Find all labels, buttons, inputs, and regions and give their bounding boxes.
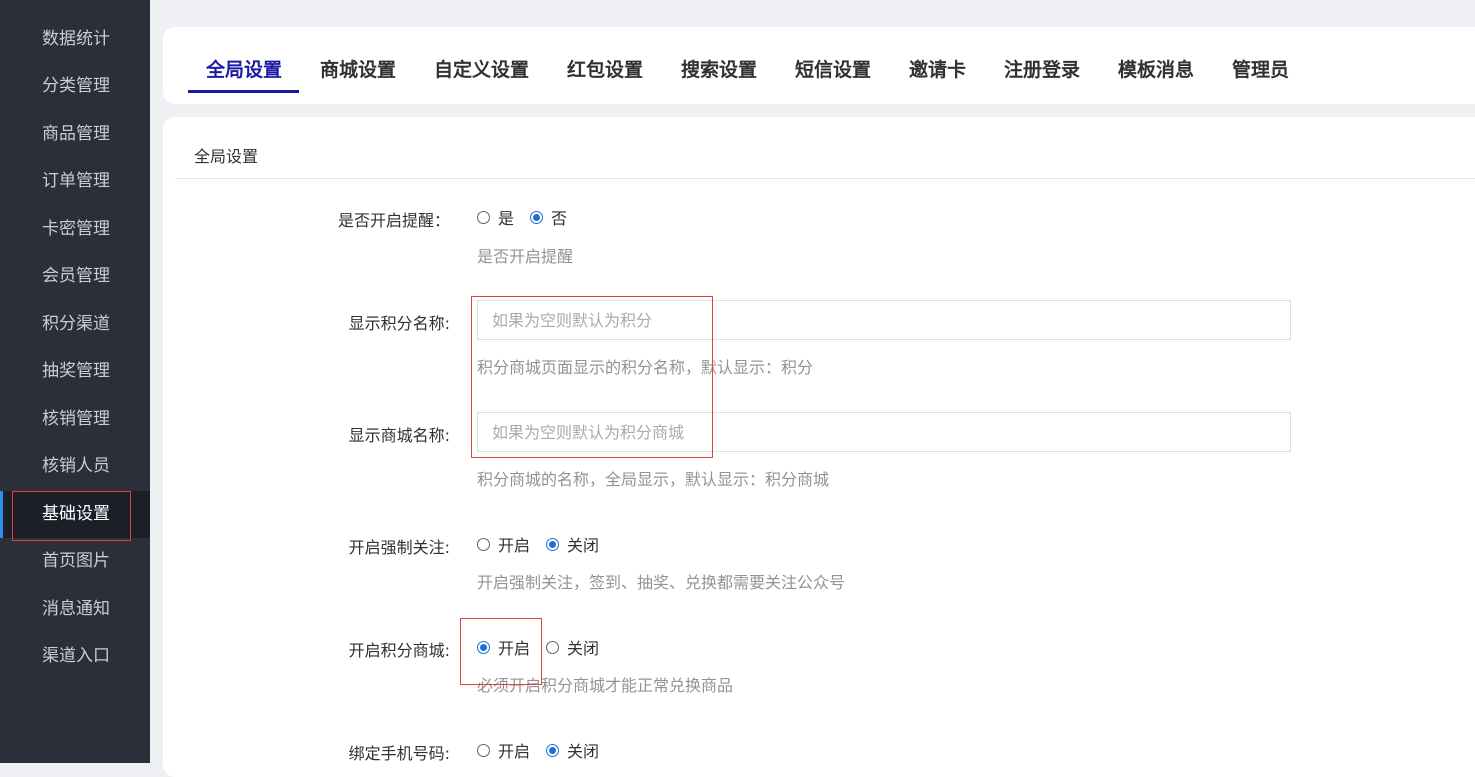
sidebar-item-cards[interactable]: 卡密管理	[0, 206, 150, 253]
reminder-hint: 是否开启提醒	[477, 247, 574, 266]
tab-red-packet[interactable]: 红包设置	[567, 55, 643, 82]
sidebar-item-data-stats[interactable]: 数据统计	[0, 16, 150, 63]
sidebar-item-channel-entry[interactable]: 渠道入口	[0, 633, 150, 680]
sidebar: 数据统计 分类管理 商品管理 订单管理 卡密管理 会员管理 积分渠道 抽奖管理 …	[0, 0, 150, 763]
sidebar-item-verification[interactable]: 核销管理	[0, 396, 150, 443]
sidebar-item-products[interactable]: 商品管理	[0, 111, 150, 158]
divider	[175, 178, 1475, 179]
reminder-label: 是否开启提醒：	[337, 211, 450, 230]
mall-name-hint: 积分商城的名称，全局显示，默认显示：积分商城	[477, 470, 830, 489]
radio-circle[interactable]	[477, 743, 490, 757]
points-mall-option-on[interactable]: 开启	[477, 635, 530, 659]
section-title: 全局设置	[194, 147, 259, 166]
radio-label: 开启	[498, 536, 531, 555]
radio-label: 关闭	[567, 536, 600, 555]
radio-circle[interactable]	[477, 210, 490, 224]
settings-tabs: 全局设置 商城设置 自定义设置 红包设置 搜索设置 短信设置 邀请卡 注册登录 …	[163, 27, 1475, 104]
sidebar-item-notifications[interactable]: 消息通知	[0, 586, 150, 633]
radio-circle[interactable]	[477, 537, 490, 551]
radio-label: 关闭	[567, 639, 600, 658]
radio-label: 关闭	[567, 742, 600, 761]
sidebar-item-orders[interactable]: 订单管理	[0, 158, 150, 205]
radio-circle[interactable]	[546, 640, 560, 654]
sidebar-item-category[interactable]: 分类管理	[0, 63, 150, 110]
radio-circle[interactable]	[546, 743, 560, 757]
force-follow-radio-group: 开启 关闭	[477, 533, 615, 555]
points-mall-hint: 必须开启积分商城才能正常兑换商品	[477, 676, 734, 695]
mall-name-input[interactable]	[477, 412, 1291, 452]
bind-phone-option-on[interactable]: 开启	[477, 738, 530, 762]
radio-label: 是	[498, 209, 515, 228]
settings-panel: 全局设置 是否开启提醒： 是 否 是否开启提醒 显示积分名称: 积分商城页面显示…	[163, 117, 1475, 777]
sidebar-item-points-channel[interactable]: 积分渠道	[0, 301, 150, 348]
points-name-hint: 积分商城页面显示的积分名称，默认显示：积分	[477, 358, 814, 377]
force-follow-hint: 开启强制关注，签到、抽奖、兑换都需要关注公众号	[477, 573, 846, 592]
sidebar-item-members[interactable]: 会员管理	[0, 253, 150, 300]
tab-sms[interactable]: 短信设置	[795, 55, 871, 82]
sidebar-item-home-images[interactable]: 首页图片	[0, 538, 150, 585]
mall-name-label: 显示商城名称:	[348, 426, 450, 445]
radio-circle[interactable]	[477, 640, 490, 654]
force-follow-option-off[interactable]: 关闭	[546, 532, 599, 556]
bind-phone-radio-group: 开启 关闭	[477, 739, 615, 761]
force-follow-label: 开启强制关注:	[348, 538, 450, 557]
tab-invite-card[interactable]: 邀请卡	[909, 55, 966, 82]
force-follow-option-on[interactable]: 开启	[477, 532, 530, 556]
tab-template-message[interactable]: 模板消息	[1118, 55, 1194, 82]
tab-register-login[interactable]: 注册登录	[1004, 55, 1080, 82]
sidebar-item-verifiers[interactable]: 核销人员	[0, 443, 150, 490]
reminder-radio-group: 是 否	[477, 206, 583, 228]
points-name-label: 显示积分名称:	[348, 314, 450, 333]
sidebar-item-lottery[interactable]: 抽奖管理	[0, 348, 150, 395]
radio-label: 否	[551, 209, 568, 228]
points-mall-label: 开启积分商城:	[348, 641, 450, 660]
bind-phone-label: 绑定手机号码:	[348, 744, 450, 763]
sidebar-item-basic-settings[interactable]: 基础设置	[0, 491, 150, 538]
radio-circle[interactable]	[546, 537, 560, 551]
radio-label: 开启	[498, 742, 531, 761]
points-name-input[interactable]	[477, 300, 1291, 340]
radio-circle[interactable]	[530, 210, 544, 224]
radio-label: 开启	[498, 639, 531, 658]
points-mall-radio-group: 开启 关闭	[477, 636, 615, 658]
top-strip	[150, 0, 1475, 14]
tab-mall[interactable]: 商城设置	[320, 55, 396, 82]
tab-global[interactable]: 全局设置	[206, 55, 282, 82]
reminder-option-yes[interactable]: 是	[477, 205, 514, 229]
tab-search[interactable]: 搜索设置	[681, 55, 757, 82]
points-mall-option-off[interactable]: 关闭	[546, 635, 599, 659]
bind-phone-option-off[interactable]: 关闭	[546, 738, 599, 762]
tab-custom[interactable]: 自定义设置	[434, 55, 529, 82]
reminder-option-no[interactable]: 否	[530, 205, 567, 229]
active-tab-indicator	[188, 90, 299, 93]
tab-admin[interactable]: 管理员	[1232, 55, 1289, 82]
